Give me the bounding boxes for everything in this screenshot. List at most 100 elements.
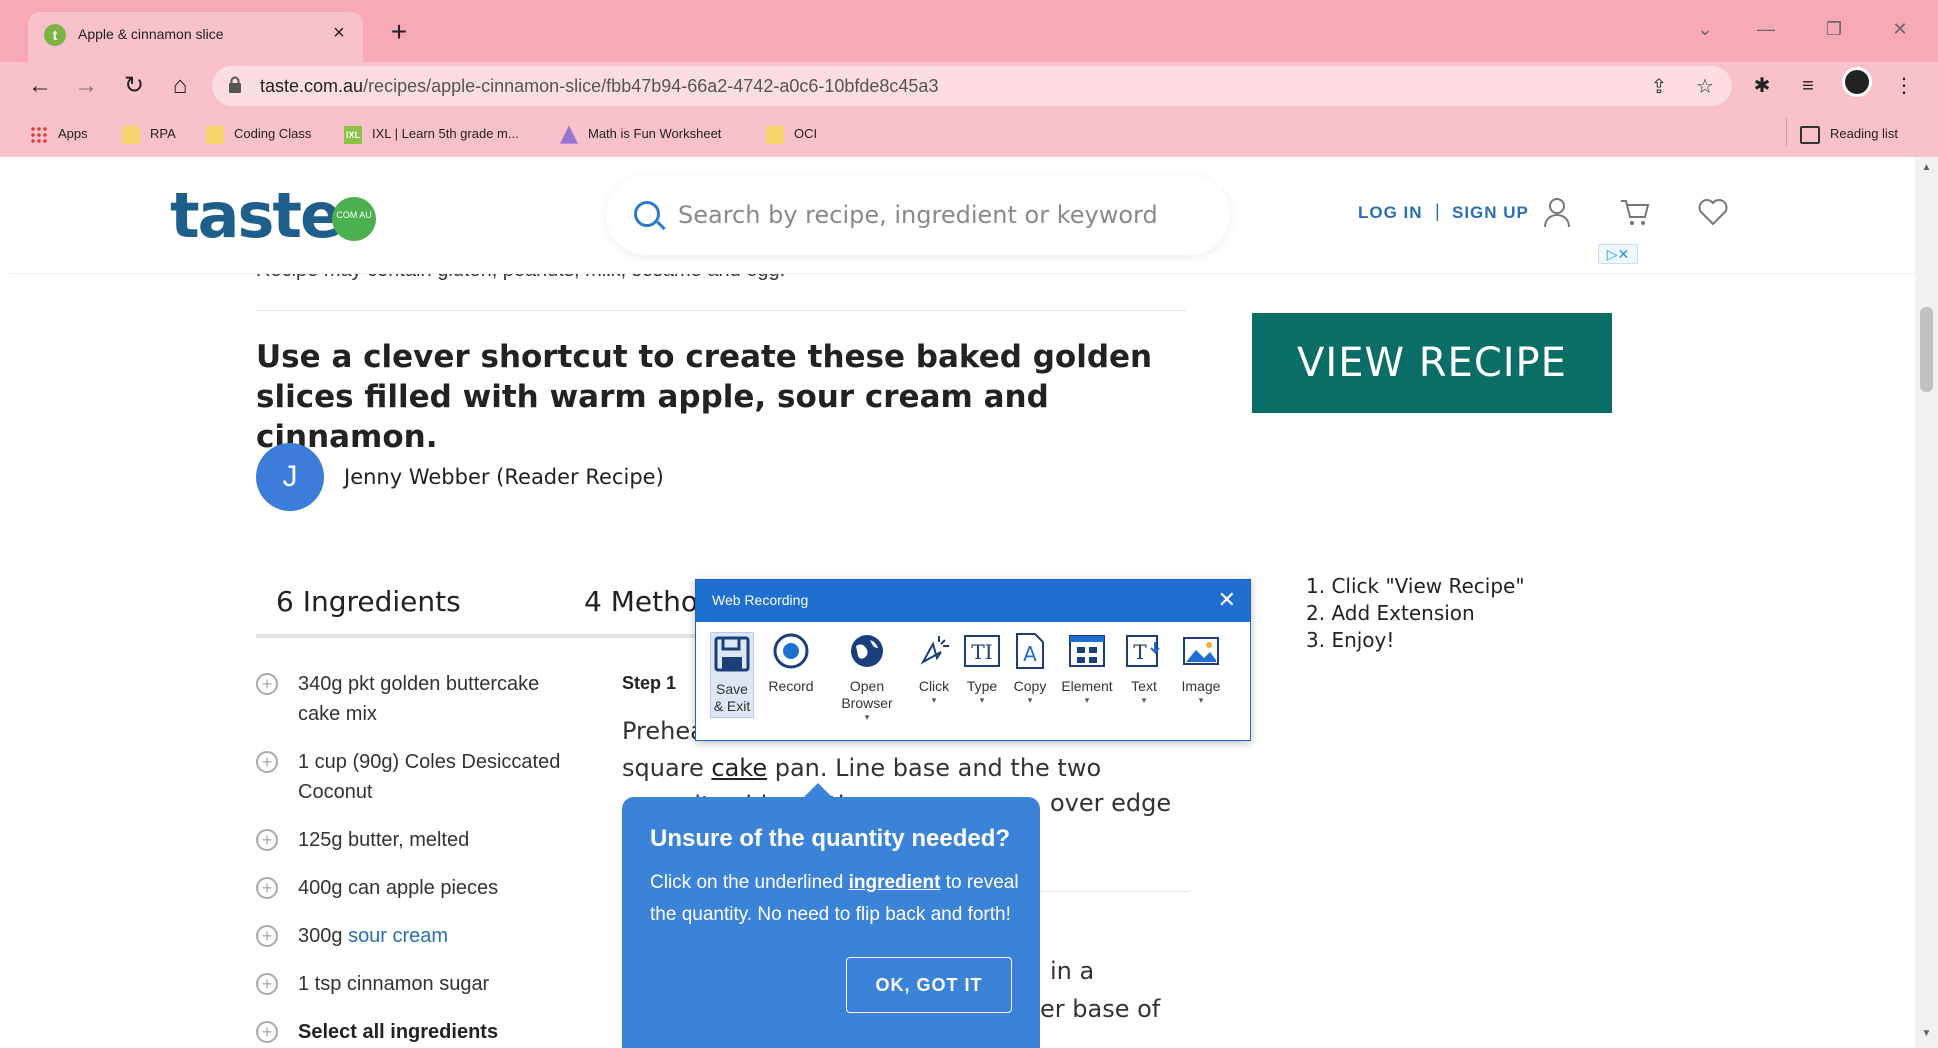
add-icon[interactable]: + <box>256 829 278 851</box>
save-exit-button[interactable]: Save & Exit <box>710 632 754 718</box>
scrollbar-thumb[interactable] <box>1920 307 1933 392</box>
ingredient-item[interactable]: +340g pkt golden buttercake cake mix <box>256 669 586 729</box>
tab-close-icon[interactable]: × <box>327 21 351 45</box>
browser-tab[interactable]: t Apple & cinnamon slice × <box>28 12 363 62</box>
page-scrollbar[interactable]: ▲ ▼ <box>1915 157 1938 1048</box>
home-icon[interactable]: ⌂ <box>164 70 196 102</box>
folder-icon <box>122 125 140 144</box>
search-icon[interactable] <box>634 201 660 227</box>
ingredient-item[interactable]: +125g butter, melted <box>256 825 586 855</box>
add-icon[interactable]: + <box>256 973 278 995</box>
back-icon[interactable]: ← <box>24 70 56 102</box>
ingredient-item[interactable]: +300g sour cream <box>256 921 586 951</box>
dropdown-caret-icon[interactable]: ▾ <box>1056 695 1118 705</box>
add-icon[interactable]: + <box>256 751 278 773</box>
bookmark-oci[interactable]: OCI <box>766 122 817 146</box>
menu-dots-icon[interactable]: ⋮ <box>1888 70 1920 102</box>
apps-grid-icon <box>30 125 48 144</box>
element-button[interactable]: Element ▾ <box>1056 632 1118 705</box>
copy-button[interactable]: A Copy ▾ <box>1006 632 1054 705</box>
tab-search-icon[interactable]: ⌄ <box>1685 14 1725 44</box>
scroll-down-icon[interactable]: ▼ <box>1920 1027 1933 1040</box>
bookmark-coding-class[interactable]: Coding Class <box>206 122 311 146</box>
share-icon[interactable]: ⇪ <box>1646 74 1672 100</box>
ingredient-item[interactable]: +1 cup (90g) Coles Desiccated Coconut <box>256 747 586 807</box>
forward-icon[interactable]: → <box>70 70 102 102</box>
text-icon: T <box>1126 635 1160 667</box>
dialog-close-icon[interactable]: ✕ <box>1218 588 1236 612</box>
type-button[interactable]: TI Type ▾ <box>958 632 1006 705</box>
select-all-ingredients[interactable]: + Select all ingredients <box>256 1017 586 1047</box>
search-box[interactable] <box>606 175 1230 255</box>
math-is-fun-icon <box>560 125 578 144</box>
add-icon[interactable]: + <box>256 925 278 947</box>
dropdown-caret-icon[interactable]: ▾ <box>958 695 1006 705</box>
dropdown-caret-icon[interactable]: ▾ <box>910 695 958 705</box>
window-close-icon[interactable]: ✕ <box>1880 14 1920 44</box>
svg-text:T: T <box>1133 640 1147 664</box>
dialog-titlebar[interactable]: Web Recording ✕ <box>696 580 1250 622</box>
reload-icon[interactable]: ↻ <box>118 70 150 102</box>
minimize-icon[interactable]: — <box>1746 14 1786 44</box>
web-page: Recipe may contain gluten, peanuts, milk… <box>10 157 1915 1048</box>
login-link[interactable]: LOG IN <box>1358 203 1423 223</box>
tab-title: Apple & cinnamon slice <box>78 26 224 42</box>
globe-icon <box>851 635 883 667</box>
bookmark-math-is-fun[interactable]: Math is Fun Worksheet <box>560 122 721 146</box>
dialog-title: Web Recording <box>712 592 809 608</box>
step-text-fragment: over edge <box>1050 789 1172 817</box>
record-button[interactable]: Record <box>762 632 820 695</box>
bookmark-apps[interactable]: Apps <box>30 122 88 146</box>
dropdown-caret-icon[interactable]: ▾ <box>1006 695 1054 705</box>
image-icon <box>1183 637 1219 665</box>
dropdown-caret-icon[interactable]: ▾ <box>1120 695 1168 705</box>
author-name[interactable]: Jenny Webber (Reader Recipe) <box>344 465 664 489</box>
view-recipe-ad-button[interactable]: VIEW RECIPE <box>1252 313 1612 413</box>
extensions-puzzle-icon[interactable]: ✱ <box>1746 70 1778 102</box>
open-browser-button[interactable]: Open Browser ▾ <box>832 632 902 722</box>
dropdown-caret-icon[interactable]: ▾ <box>1172 695 1230 705</box>
bookmark-rpa[interactable]: RPA <box>122 122 176 146</box>
address-bar[interactable]: taste.com.au/recipes/apple-cinnamon-slic… <box>212 66 1732 106</box>
type-icon: TI <box>964 635 1000 667</box>
signup-link[interactable]: SIGN UP <box>1452 203 1529 223</box>
bookmark-ixl[interactable]: IXL IXL | Learn 5th grade m... <box>344 122 519 146</box>
add-icon[interactable]: + <box>256 673 278 695</box>
taste-favicon-icon: t <box>44 24 66 46</box>
heart-icon[interactable] <box>1696 195 1730 229</box>
record-icon <box>773 633 809 669</box>
lock-icon <box>229 76 241 93</box>
add-icon[interactable]: + <box>256 877 278 899</box>
ixl-icon: IXL <box>344 125 362 144</box>
scroll-up-icon[interactable]: ▲ <box>1920 161 1933 174</box>
ok-got-it-button[interactable]: OK, GOT IT <box>846 957 1012 1013</box>
user-icon[interactable] <box>1540 195 1574 229</box>
adchoices-icon[interactable]: ▷✕ <box>1598 244 1638 264</box>
media-queue-icon[interactable]: ≡ <box>1792 70 1824 102</box>
add-icon[interactable]: + <box>256 1021 278 1043</box>
profile-avatar-icon[interactable] <box>1842 67 1872 97</box>
ingredient-link[interactable]: sour cream <box>348 925 448 947</box>
svg-text:A: A <box>1023 642 1037 666</box>
new-tab-icon[interactable]: + <box>384 18 414 48</box>
text-button[interactable]: T Text ▾ <box>1120 632 1168 705</box>
ingredient-link[interactable]: cake <box>711 754 767 782</box>
bookmark-star-icon[interactable]: ☆ <box>1692 74 1718 100</box>
reading-list-button[interactable]: Reading list <box>1800 122 1898 146</box>
author-avatar[interactable]: J <box>256 443 324 511</box>
browser-toolbar: ← → ↻ ⌂ taste.com.au/recipes/apple-cinna… <box>0 62 1938 110</box>
ingredient-item[interactable]: +400g can apple pieces <box>256 873 586 903</box>
step-text-fragment: er base of <box>1040 995 1161 1023</box>
save-icon <box>714 636 750 672</box>
login-separator: | <box>1435 201 1440 221</box>
ingredient-item[interactable]: +1 tsp cinnamon sugar <box>256 969 586 999</box>
dropdown-caret-icon[interactable]: ▾ <box>832 712 902 722</box>
taste-logo[interactable]: taste <box>170 179 342 252</box>
cart-icon[interactable] <box>1618 195 1652 229</box>
restore-icon[interactable]: ❐ <box>1814 14 1854 44</box>
web-recording-dialog: Web Recording ✕ Save & Exit Record Open … <box>695 579 1251 741</box>
search-input[interactable] <box>678 197 1198 233</box>
tab-ingredients[interactable]: 6 Ingredients <box>276 585 461 618</box>
click-button[interactable]: Click ▾ <box>910 632 958 705</box>
image-button[interactable]: Image ▾ <box>1172 632 1230 705</box>
